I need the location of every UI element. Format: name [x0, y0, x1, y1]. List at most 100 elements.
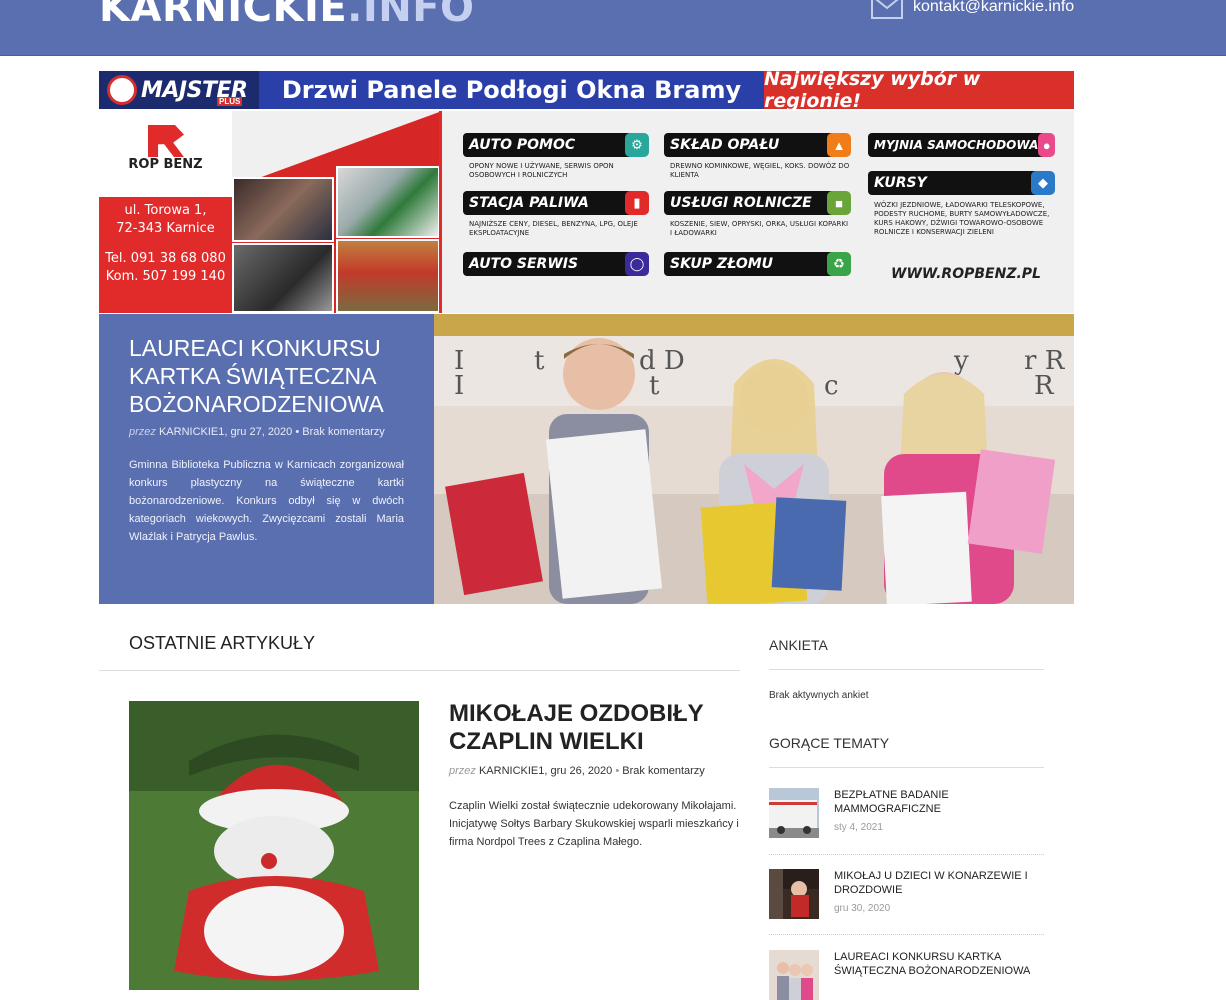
thumb-photo-truck [769, 788, 819, 838]
majster-slogan: Największy wybór w regionie! [764, 71, 981, 109]
by-label: przez [449, 765, 476, 777]
service-desc: Wózki jezdniowe, ładowarki teleskopowe, … [874, 201, 1050, 236]
contact-email-text: kontakt@karnickie.info [913, 0, 1075, 15]
mail-icon [871, 0, 903, 19]
service-label: USŁUGI ROLNICZE [670, 195, 812, 211]
post-excerpt: Czaplin Wielki został świątecznie udekor… [449, 800, 739, 848]
by-label: przez [129, 426, 156, 438]
service-skup-zlomu: SKUP ZŁOMU ♻ [664, 252, 851, 276]
svg-text:c: c [824, 371, 839, 401]
ad-banner-ropbenz[interactable]: ROP BENZ ul. Torowa 1, 72-343 Karnice Te… [99, 111, 1074, 313]
post-date: gru 26, 2020 [550, 765, 613, 777]
service-label: AUTO SERWIS [469, 256, 579, 272]
ropbenz-photo-mechanic [232, 177, 334, 242]
ropbenz-photo-car [232, 243, 334, 313]
meta-comma: , [544, 765, 548, 777]
car-icon: ⚙ [625, 133, 649, 157]
hot-topic-date: gru 30, 2020 [834, 903, 891, 914]
tractor-icon: ■ [827, 191, 851, 215]
hot-topic-date: sty 4, 2021 [834, 822, 883, 833]
service-myjnia: MYJNIA SAMOCHODOWA ● [868, 133, 1055, 157]
service-label: MYJNIA SAMOCHODOWA [874, 138, 1039, 152]
car-wash-icon: ● [1038, 133, 1055, 157]
majster-slogan-block: Największy wybór w regionie! [764, 71, 1074, 109]
poll-widget-title: ANKIETA [769, 637, 828, 653]
graduation-icon: ◆ [1031, 171, 1055, 195]
svg-text:y: y [953, 346, 969, 376]
hot-topic-thumbnail[interactable] [769, 869, 819, 919]
majster-products: Drzwi Panele Podłogi Okna Bramy [281, 76, 742, 104]
ropbenz-website: WWW.ROPBENZ.PL [891, 266, 1041, 282]
site-logo[interactable]: KARNICKIE.INFO [99, 0, 475, 30]
hot-topic-separator [769, 854, 1044, 855]
post-comments[interactable]: Brak komentarzy [622, 765, 705, 777]
service-label: SKŁAD OPAŁU [670, 137, 780, 153]
service-label: AUTO POMOC [469, 137, 576, 153]
post-photo-santa [129, 701, 419, 990]
hot-topic-separator [769, 934, 1044, 935]
service-desc: Opony nowe i używane, serwis opon osobow… [469, 162, 614, 179]
featured-post-meta: przez KARNICKIE1, gru 27, 2020 • Brak ko… [129, 426, 404, 438]
poll-widget-divider [769, 669, 1044, 670]
logo-text-domain: .INFO [347, 0, 475, 31]
service-desc: Najniższe ceny, diesel, benzyna, LPG, ol… [469, 220, 638, 237]
contact-email-link[interactable]: kontakt@karnickie.info [871, 0, 1074, 19]
post-thumbnail[interactable] [129, 701, 419, 990]
meta-dot: • [295, 426, 300, 438]
featured-photo-children: ItT d Dyr R ItcR [434, 314, 1074, 604]
ropbenz-address-2: 72-343 Karnice [116, 221, 215, 236]
featured-post-comments[interactable]: Brak komentarzy [302, 426, 385, 438]
svg-text:d D: d D [639, 346, 685, 376]
service-stacja-paliwa: STACJA PALIWA ▮ [463, 191, 649, 215]
featured-post-title[interactable]: LAUREACI KONKURSU KARTKA ŚWIĄTECZNA BOŻO… [129, 334, 404, 418]
svg-text:t: t [649, 371, 660, 401]
ropbenz-phone-2: Kom. 507 199 140 [105, 269, 226, 284]
svg-text:R: R [1034, 371, 1055, 401]
tire-icon: ◯ [625, 252, 649, 276]
ropbenz-contact-box: ul. Torowa 1, 72-343 Karnice Tel. 091 38… [99, 197, 232, 313]
hot-topic-thumbnail[interactable] [769, 788, 819, 838]
majster-brand-sub: PLUS [217, 97, 243, 106]
logo-text-main: KARNICKIE [99, 0, 348, 31]
thumb-photo-children [769, 950, 819, 1000]
service-desc: Koszenie, siew, opryski, orka, usługi ko… [670, 220, 849, 237]
fuel-icon: ▮ [625, 191, 649, 215]
hot-topic-thumbnail[interactable] [769, 950, 819, 1000]
hot-topics-divider [769, 767, 1044, 768]
ropbenz-divider [439, 111, 442, 313]
service-label: STACJA PALIWA [469, 195, 589, 211]
majster-brand-block: MAJSTER PLUS [99, 71, 259, 109]
hot-topic-title[interactable]: LAUREACI KONKURSU KARTKA ŚWIĄTECZNA BOŻO… [834, 950, 1044, 978]
ropbenz-address-1: ul. Torowa 1, [124, 203, 207, 218]
meta-dot: • [615, 765, 620, 777]
service-label: SKUP ZŁOMU [670, 256, 774, 272]
svg-text:I: I [454, 371, 464, 401]
featured-post-excerpt: Gminna Biblioteka Publiczna w Karnicach … [129, 459, 404, 543]
ropbenz-photo-fuel [336, 166, 440, 238]
featured-post-date: gru 27, 2020 [230, 426, 293, 438]
majster-products-block: Drzwi Panele Podłogi Okna Bramy [259, 71, 764, 109]
service-kursy: KURSY ◆ [868, 171, 1055, 195]
svg-text:t: t [534, 346, 545, 376]
ropbenz-photo-harvester [336, 239, 440, 313]
featured-post-image[interactable]: ItT d Dyr R ItcR [434, 314, 1074, 604]
site-header: KARNICKIE.INFO kontakt@karnickie.info [0, 0, 1226, 56]
poll-empty-text: Brak aktywnych ankiet [769, 690, 869, 701]
service-uslugi-rolnicze: USŁUGI ROLNICZE ■ [664, 191, 851, 215]
hot-topic-title[interactable]: BEZPŁATNE BADANIE MAMMOGRAFICZNE [834, 788, 1044, 816]
ad-banner-majster[interactable]: MAJSTER PLUS Drzwi Panele Podłogi Okna B… [99, 71, 1074, 109]
ropbenz-phone-1: Tel. 091 38 68 080 [105, 251, 226, 266]
ropbenz-logo-icon [148, 125, 184, 157]
fire-icon: ▲ [827, 133, 851, 157]
latest-articles-divider [99, 670, 740, 671]
service-desc: Drewno kominkowe, węgiel, koks. Dowóz do… [670, 162, 850, 179]
post-author[interactable]: KARNICKIE1 [479, 765, 544, 777]
meta-comma: , [224, 426, 228, 438]
hot-topic-title[interactable]: MIKOŁAJ U DZIECI W KONARZEWIE I DROZDOWI… [834, 869, 1044, 897]
recycle-icon: ♻ [827, 252, 851, 276]
ropbenz-logo-text: ROP BENZ [128, 157, 203, 172]
service-label: KURSY [874, 175, 927, 191]
post-title[interactable]: MIKOŁAJE OZDOBIŁY CZAPLIN WIELKI [449, 700, 729, 756]
featured-post-author[interactable]: KARNICKIE1 [159, 426, 224, 438]
service-sklad-opalu: SKŁAD OPAŁU ▲ [664, 133, 851, 157]
